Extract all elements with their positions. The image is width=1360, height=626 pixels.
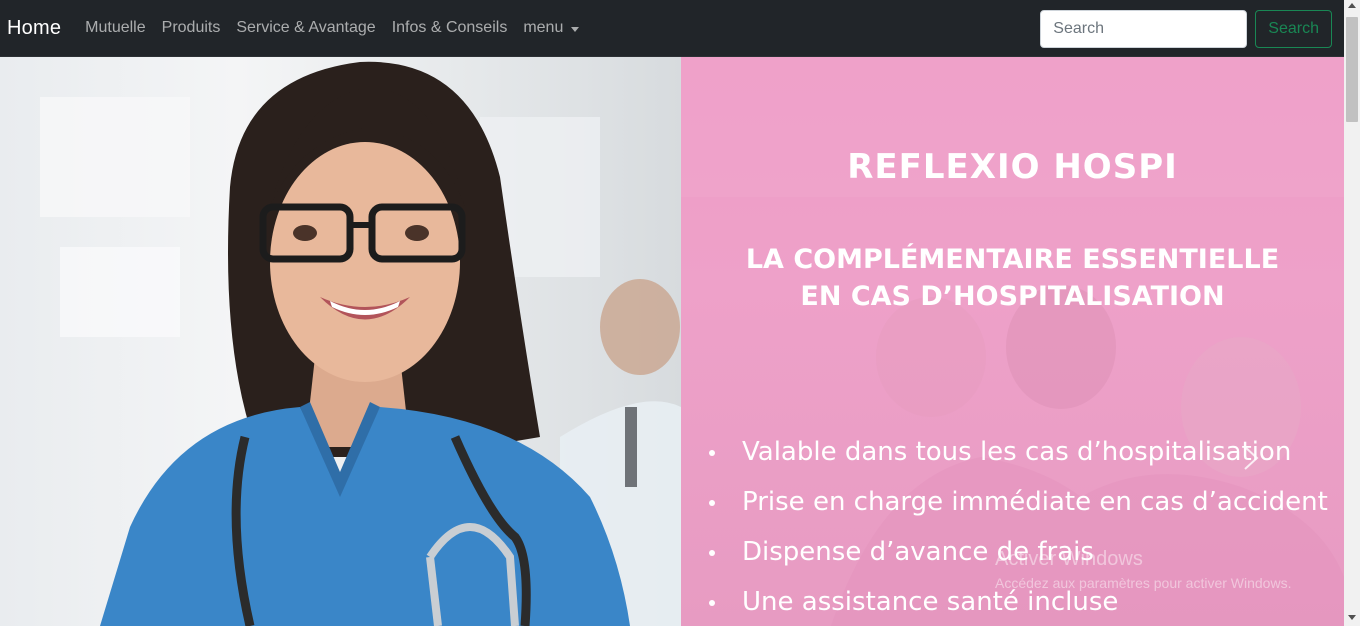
nav-link-service-avantage[interactable]: Service & Avantage bbox=[228, 19, 383, 37]
search-button[interactable]: Search bbox=[1255, 10, 1332, 48]
nav-links: Mutuelle Produits Service & Avantage Inf… bbox=[77, 19, 587, 37]
scrollbar-thumb[interactable] bbox=[1346, 17, 1358, 122]
hero-subtitle: LA COMPLÉMENTAIRE ESSENTIELLE EN CAS D’H… bbox=[681, 241, 1344, 315]
windows-activation-watermark: Activer Windows Accédez aux paramètres p… bbox=[995, 548, 1291, 591]
feature-item: Prise en charge immédiate en cas d’accid… bbox=[706, 484, 1328, 534]
hero-section: REFLEXIO HOSPI LA COMPLÉMENTAIRE ESSENTI… bbox=[0, 57, 1344, 626]
scroll-down-arrow-icon[interactable] bbox=[1348, 615, 1356, 620]
nurse-illustration bbox=[40, 61, 681, 626]
caret-down-icon bbox=[571, 26, 580, 32]
nav-dropdown-menu[interactable]: menu bbox=[515, 19, 587, 37]
nav-dropdown-label: menu bbox=[523, 19, 564, 36]
chevron-right-icon[interactable] bbox=[1240, 445, 1262, 471]
hero-title: REFLEXIO HOSPI bbox=[847, 147, 1178, 187]
feature-list: Valable dans tous les cas d’hospitalisat… bbox=[706, 434, 1328, 626]
scroll-up-arrow-icon[interactable] bbox=[1348, 3, 1356, 8]
top-navbar: Home Mutuelle Produits Service & Avantag… bbox=[0, 0, 1344, 57]
watermark-subtitle: Accédez aux paramètres pour activer Wind… bbox=[995, 575, 1292, 591]
watermark-title: Activer Windows bbox=[995, 548, 1143, 570]
vertical-scrollbar[interactable] bbox=[1344, 0, 1360, 626]
search-form: Search bbox=[1040, 10, 1332, 48]
search-input[interactable] bbox=[1040, 10, 1248, 48]
nav-link-infos-conseils[interactable]: Infos & Conseils bbox=[384, 19, 516, 37]
hero-subtitle-line-2: EN CAS D’HOSPITALISATION bbox=[800, 281, 1225, 312]
nav-link-produits[interactable]: Produits bbox=[154, 19, 229, 37]
hero-subtitle-line-1: LA COMPLÉMENTAIRE ESSENTIELLE bbox=[745, 244, 1280, 275]
hero-photo-nurse bbox=[0, 57, 681, 626]
feature-item: Valable dans tous les cas d’hospitalisat… bbox=[706, 434, 1328, 484]
brand-home-link[interactable]: Home bbox=[7, 17, 61, 40]
nav-link-mutuelle[interactable]: Mutuelle bbox=[77, 19, 153, 37]
hero-pink-panel: REFLEXIO HOSPI LA COMPLÉMENTAIRE ESSENTI… bbox=[681, 57, 1344, 626]
